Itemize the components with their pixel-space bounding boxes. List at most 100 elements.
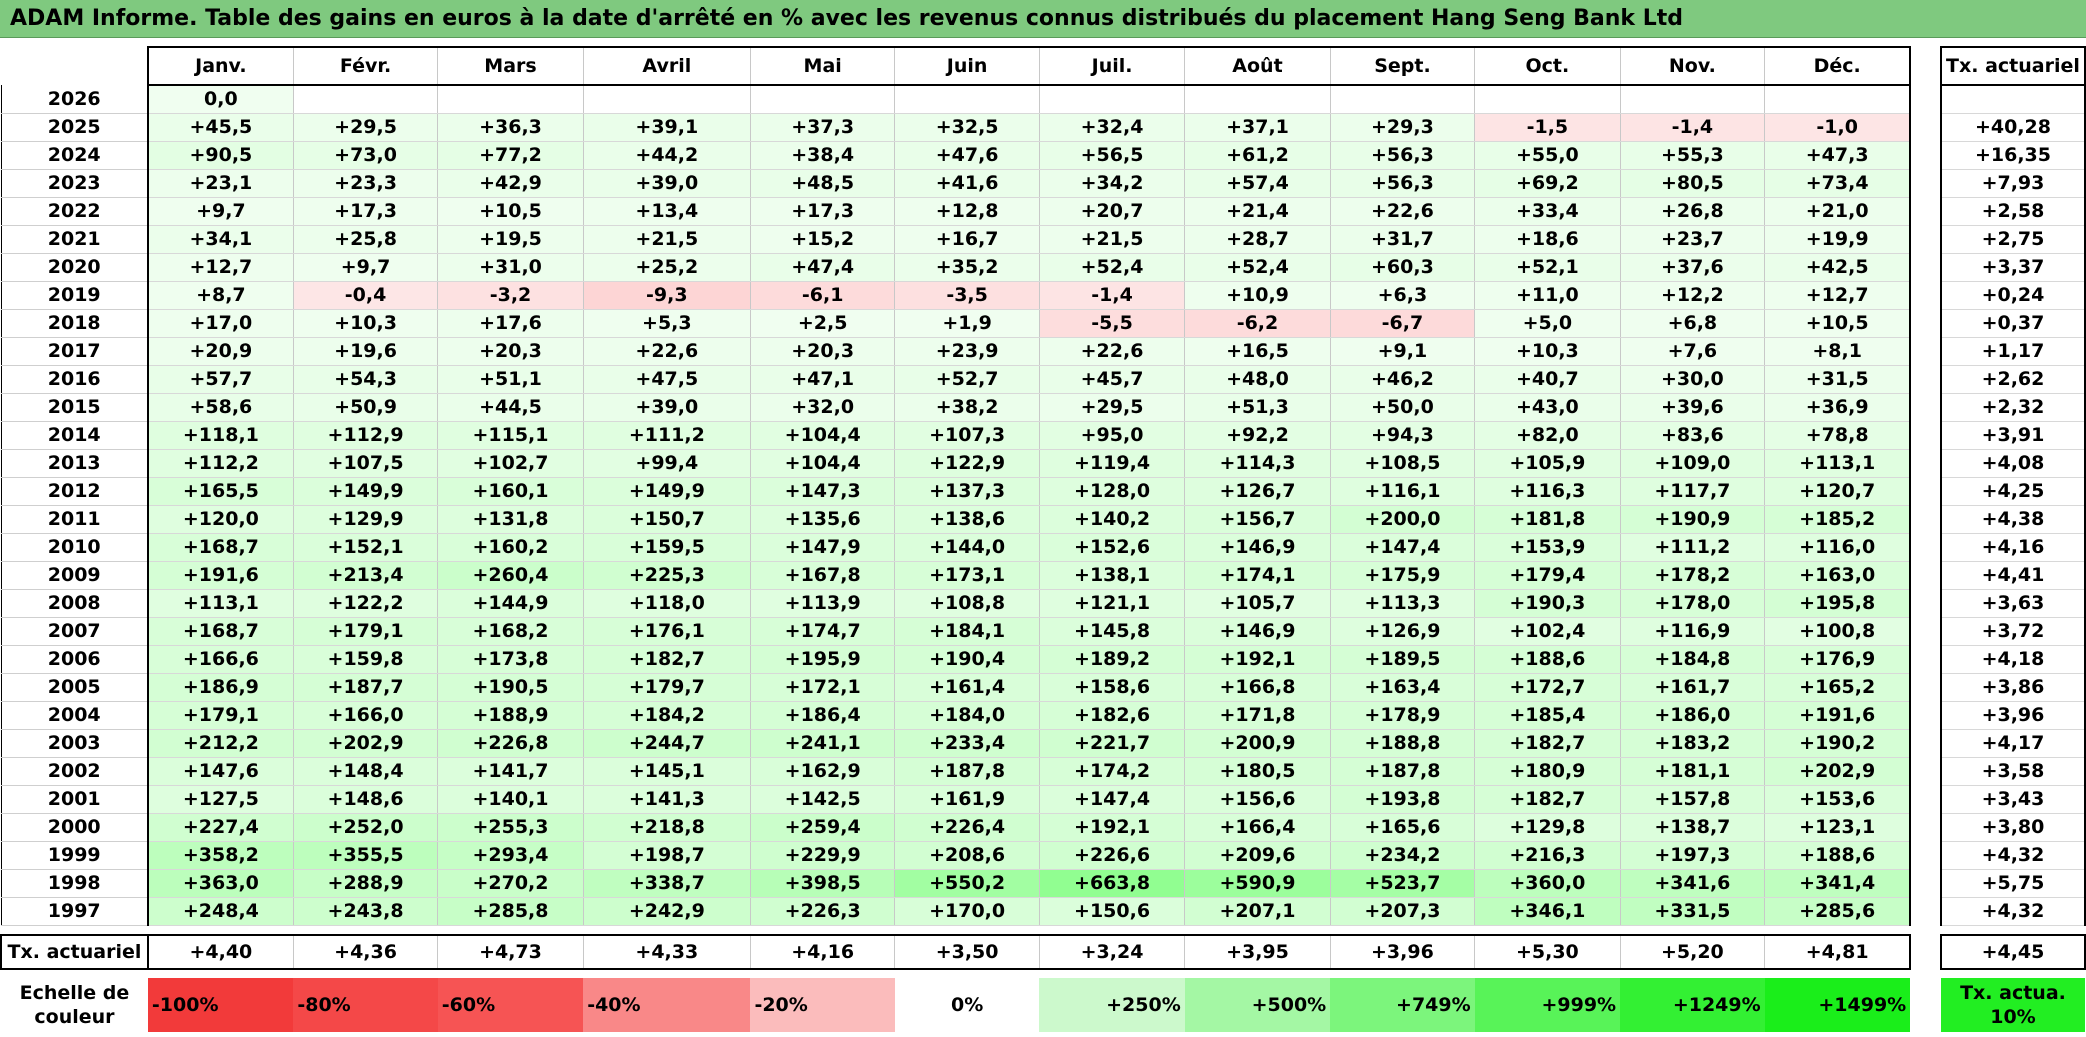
gain-cell: +174,1 [1184,561,1331,590]
year-label: 2021 [0,225,149,254]
year-row: 2025 +45,5 +29,5 +36,3 +39,1 +37,3 +32,5 +32,4 +… [0,113,2086,142]
gain-cell: +61,2 [1184,141,1331,170]
gain-cell: +174,2 [1038,757,1186,786]
gain-cell: +57,4 [1184,169,1331,198]
gap-cell [1910,281,1941,310]
separator-row [1,925,2085,936]
gain-cell: +38,2 [894,393,1040,422]
gain-cell: +113,3 [1329,589,1476,618]
gain-cell: +9,7 [292,253,439,282]
gain-cell: +129,9 [292,505,439,534]
rate-cell: +16,35 [1939,141,2086,170]
color-scale-swatch: +250% [1039,978,1185,1032]
gain-cell: +52,4 [1184,253,1331,282]
gain-cell: +34,1 [146,225,294,254]
month-header: Mars [437,46,584,86]
year-label: 2000 [0,813,149,842]
gain-cell: +182,7 [1474,785,1621,814]
color-scale-swatch: -60% [437,978,584,1032]
year-row: 2004 +179,1 +166,0 +188,9 +184,2 +186,4 +184,0… [0,701,2086,730]
rate-cell: +3,58 [1939,757,2086,786]
separator-cell [1330,926,1474,936]
year-label: 2003 [0,729,149,758]
gap-cell [1910,673,1941,702]
year-label: 2026 [0,85,149,114]
rate-cell: +5,75 [1939,869,2086,898]
gain-cell: +148,4 [292,757,439,786]
year-label: 2022 [0,197,149,226]
gain-cell: +168,2 [437,617,584,646]
gain-cell: +179,1 [292,617,439,646]
gain-cell: +172,1 [749,673,896,702]
gain-cell: +80,5 [1619,169,1766,198]
gap-cell [1910,617,1941,646]
gain-cell: +161,7 [1619,673,1766,702]
gain-cell [1764,85,1912,114]
gain-cell: +186,4 [749,701,896,730]
gain-cell: +255,3 [437,813,584,842]
year-label: 2007 [0,617,149,646]
gain-cell: +168,7 [146,617,294,646]
gain-cell: +56,3 [1329,141,1476,170]
gain-cell: +184,2 [582,701,751,730]
gain-cell: +113,9 [749,589,896,618]
gain-cell: +190,4 [894,645,1040,674]
gain-cell: +178,0 [1619,589,1766,618]
gap-cell [1910,935,1941,969]
gain-cell: +137,3 [894,477,1040,506]
gain-cell: +138,7 [1619,813,1766,842]
gain-cell: +156,7 [1184,505,1331,534]
year-row: 2002 +147,6 +148,4 +141,7 +145,1 +162,9 +187,8… [0,757,2086,786]
year-label: 2023 [0,169,149,198]
gain-cell: +119,4 [1038,449,1186,478]
month-header: Juil. [1038,46,1186,86]
gain-cell: +108,8 [894,589,1040,618]
gain-cell: +233,4 [894,729,1040,758]
gain-cell: +147,3 [749,477,896,506]
gain-cell: +56,5 [1038,141,1186,170]
gain-cell: +146,9 [1184,617,1331,646]
year-row: 2006 +166,6 +159,8 +173,8 +182,7 +195,9 +190,4… [0,645,2086,674]
gain-cell: +60,3 [1329,253,1476,282]
gain-cell: +190,2 [1764,729,1912,758]
gain-cell: +243,8 [292,897,439,926]
gain-cell: +51,3 [1184,393,1331,422]
gain-cell: +663,8 [1038,869,1186,898]
gap-cell [1910,785,1941,814]
gain-cell: +111,2 [582,421,751,450]
gain-cell: +58,6 [146,393,294,422]
gain-cell: +178,2 [1619,561,1766,590]
gain-cell: +34,2 [1038,169,1186,198]
rate-cell: +3,37 [1939,253,2086,282]
gain-cell: +52,4 [1038,253,1186,282]
gain-cell: +107,5 [292,449,439,478]
gain-cell: +145,1 [582,757,751,786]
gain-cell: +25,8 [292,225,439,254]
gain-cell: +95,0 [1038,421,1186,450]
gain-cell: +32,0 [749,393,896,422]
gain-cell: +181,1 [1619,757,1766,786]
month-header: Avril [582,46,751,86]
gain-cell: +550,2 [894,869,1040,898]
gain-cell: +242,9 [582,897,751,926]
gain-cell: +144,0 [894,533,1040,562]
color-scale-swatch: -20% [750,978,895,1032]
month-header: Févr. [292,46,439,86]
gain-cell: +116,0 [1764,533,1912,562]
gain-cell: +225,3 [582,561,751,590]
gain-cell: +25,2 [582,253,751,282]
actuarial-cell: +3,24 [1038,934,1186,970]
gain-cell: +30,0 [1619,365,1766,394]
actuarial-cell: +4,81 [1764,934,1912,970]
separator-cell [1910,969,1941,978]
actuarial-rate: +4,45 [1939,934,2086,970]
gain-cell: -1,4 [1619,113,1766,142]
gain-cell: +234,2 [1329,841,1476,870]
gain-cell: +54,3 [292,365,439,394]
gain-cell: +193,8 [1329,785,1476,814]
color-scale-swatch: 0% [894,978,1040,1032]
gain-cell: +198,7 [582,841,751,870]
month-header: Sept. [1329,46,1476,86]
gain-cell: +159,8 [292,645,439,674]
gain-cell: +331,5 [1619,897,1766,926]
